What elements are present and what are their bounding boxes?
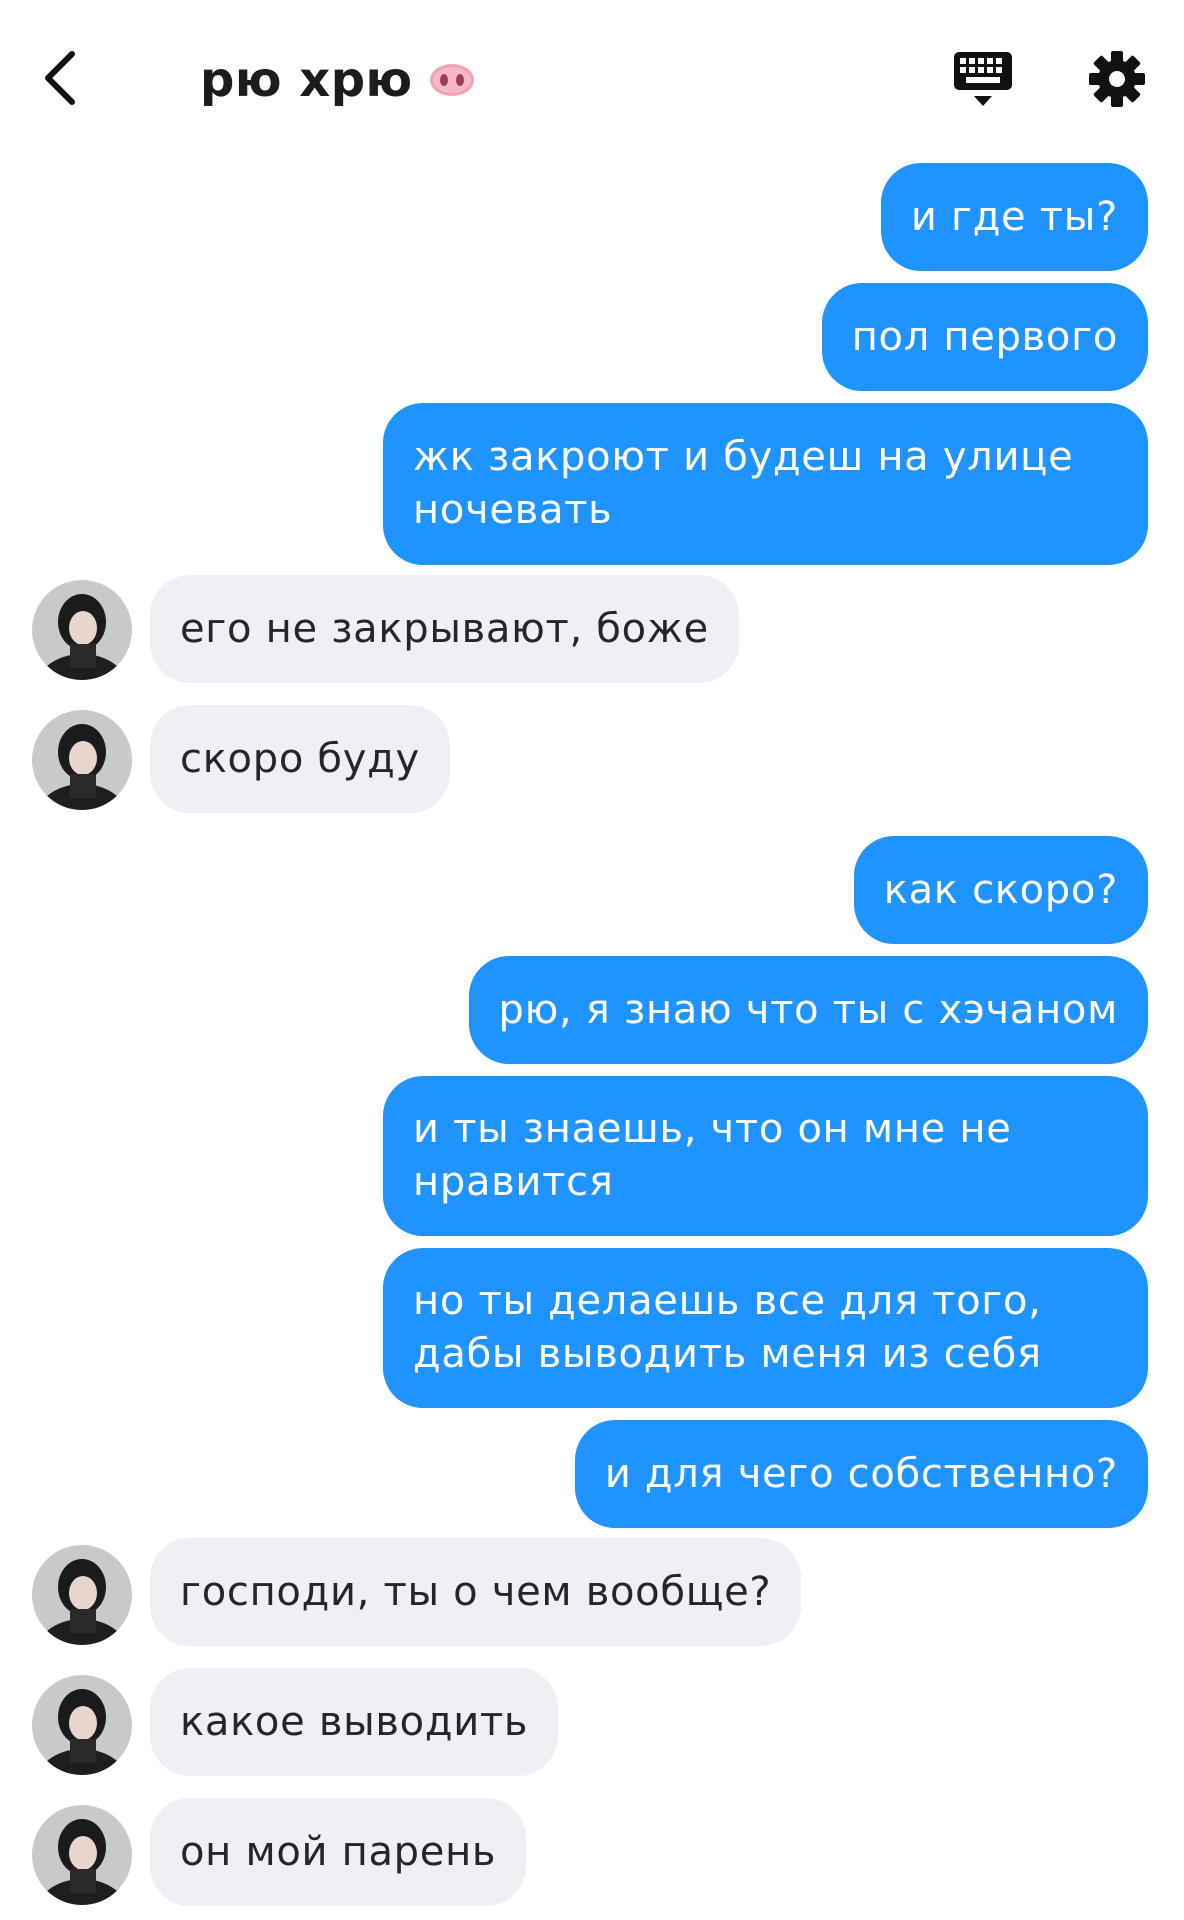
message-text: господи, ты о чем вообще? — [180, 1568, 772, 1615]
chevron-left-icon — [45, 51, 75, 105]
message-text: его не закрывают, боже — [180, 605, 709, 652]
message-bubble[interactable]: какое выводить — [150, 1668, 559, 1776]
chat-title-text: рю хрю — [200, 52, 413, 108]
message-text: и ты знаешь, что он мне не нравится — [413, 1106, 1012, 1205]
message-text: скоро буду — [180, 735, 420, 782]
avatar[interactable] — [32, 1545, 132, 1645]
message-text: и для чего собственно? — [604, 1450, 1118, 1497]
message-bubble[interactable]: скоро буду — [150, 705, 450, 813]
message-bubble[interactable]: жк закроют и будеш на улице ночевать — [383, 403, 1148, 565]
keyboard-icon — [954, 52, 1012, 106]
chat-header: рю хрю — [0, 0, 1184, 160]
message-bubble[interactable]: пол первого — [821, 283, 1148, 391]
keyboard-button[interactable] — [950, 50, 1016, 110]
avatar[interactable] — [32, 1805, 132, 1905]
avatar[interactable] — [32, 710, 132, 810]
message-text: как скоро? — [883, 866, 1118, 913]
message-text: пол первого — [851, 313, 1118, 360]
message-bubble[interactable]: и для чего собственно? — [574, 1420, 1148, 1528]
message-bubble[interactable]: господи, ты о чем вообще? — [150, 1538, 802, 1646]
chat-title[interactable]: рю хрю — [200, 50, 475, 110]
avatar-photo-icon — [32, 1675, 132, 1775]
back-button[interactable] — [38, 50, 88, 106]
message-bubble[interactable]: он мой парень — [150, 1798, 527, 1906]
message-text: но ты делаешь все для того, дабы выводит… — [413, 1278, 1042, 1377]
message-bubble[interactable]: и где ты? — [880, 163, 1148, 271]
avatar-photo-icon — [32, 580, 132, 680]
message-text: и где ты? — [910, 193, 1118, 240]
pig-nose-icon — [429, 64, 474, 96]
message-text: жк закроют и будеш на улице ночевать — [413, 434, 1074, 533]
avatar-photo-icon — [32, 1805, 132, 1905]
avatar[interactable] — [32, 580, 132, 680]
message-bubble[interactable]: как скоро? — [853, 836, 1148, 944]
message-bubble[interactable]: рю, я знаю что ты с хэчаном — [468, 956, 1148, 1064]
message-text: рю, я знаю что ты с хэчаном — [498, 986, 1118, 1033]
message-text: какое выводить — [180, 1698, 529, 1745]
avatar[interactable] — [32, 1675, 132, 1775]
avatar-photo-icon — [32, 1545, 132, 1645]
message-bubble[interactable]: его не закрывают, боже — [150, 575, 739, 683]
message-bubble[interactable]: и ты знаешь, что он мне не нравится — [383, 1076, 1148, 1236]
avatar-photo-icon — [32, 710, 132, 810]
settings-button[interactable] — [1088, 50, 1146, 108]
gear-icon — [1089, 51, 1145, 107]
message-bubble[interactable]: но ты делаешь все для того, дабы выводит… — [383, 1248, 1148, 1408]
message-text: он мой парень — [180, 1828, 497, 1875]
